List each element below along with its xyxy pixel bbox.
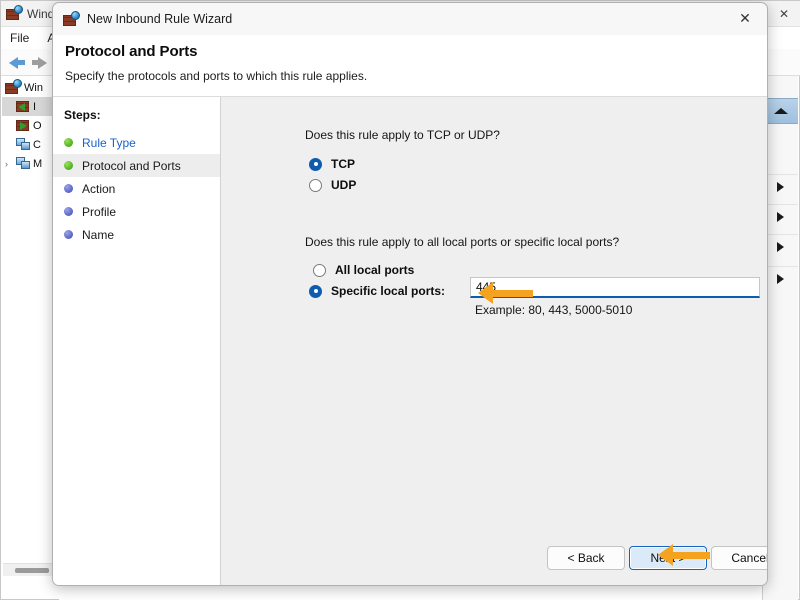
sidebar-item-profile[interactable]: Profile bbox=[53, 200, 220, 223]
forward-arrow-icon[interactable] bbox=[30, 52, 52, 72]
tree-node-inbound-rules[interactable]: I bbox=[2, 97, 57, 116]
close-icon[interactable]: ✕ bbox=[723, 3, 767, 34]
new-inbound-rule-wizard-dialog: New Inbound Rule Wizard ✕ Protocol and P… bbox=[52, 2, 768, 586]
step-label: Rule Type bbox=[82, 135, 136, 150]
chevron-right-icon[interactable]: › bbox=[5, 159, 8, 169]
sidebar-item-rule-type[interactable]: Rule Type bbox=[53, 131, 220, 154]
wizard-titlebar: New Inbound Rule Wizard ✕ bbox=[53, 3, 767, 35]
specific-ports-input[interactable]: 445 bbox=[470, 277, 760, 298]
radio-tcp[interactable]: TCP bbox=[309, 157, 355, 171]
tree-node-monitoring[interactable]: › M bbox=[2, 154, 57, 173]
scroll-up-icon[interactable] bbox=[763, 98, 798, 124]
back-arrow-icon[interactable] bbox=[6, 52, 28, 72]
step-label: Protocol and Ports bbox=[82, 158, 181, 173]
next-button[interactable]: Next > bbox=[629, 546, 707, 570]
radio-label: UDP bbox=[331, 178, 357, 192]
tree-root-label: Win bbox=[24, 81, 43, 94]
radio-specific-local-ports[interactable]: Specific local ports: bbox=[309, 284, 445, 298]
menu-file[interactable]: File bbox=[1, 29, 38, 47]
tree-horizontal-scrollbar[interactable] bbox=[3, 563, 57, 576]
expand-icon bbox=[777, 241, 784, 252]
wizard-footer: < Back Next > Cancel bbox=[222, 531, 767, 585]
expand-icon bbox=[777, 273, 784, 284]
step-label: Profile bbox=[82, 204, 117, 219]
protocol-question: Does this rule apply to TCP or UDP? bbox=[305, 128, 500, 142]
sidebar-item-protocol-and-ports[interactable]: Protocol and Ports bbox=[53, 154, 220, 177]
firewall-icon bbox=[63, 10, 80, 27]
inbound-rules-icon bbox=[16, 100, 30, 113]
ports-question: Does this rule apply to all local ports … bbox=[305, 235, 620, 249]
tree-root-node[interactable]: Win bbox=[2, 76, 57, 97]
wizard-content: Does this rule apply to TCP or UDP? TCP … bbox=[222, 97, 767, 585]
actions-section-toggle[interactable] bbox=[763, 174, 798, 198]
radio-button-icon[interactable] bbox=[309, 157, 322, 171]
page-title: Protocol and Ports bbox=[65, 43, 198, 60]
radio-label: Specific local ports: bbox=[331, 284, 446, 298]
tree-node-label: O bbox=[33, 119, 42, 132]
step-bullet-icon bbox=[64, 161, 73, 170]
radio-button-icon[interactable] bbox=[309, 284, 322, 298]
tree-node-label: I bbox=[33, 100, 37, 113]
console-title: Wind bbox=[27, 6, 55, 21]
step-label: Action bbox=[82, 181, 116, 196]
radio-button-icon[interactable] bbox=[313, 263, 326, 277]
step-label: Name bbox=[82, 227, 115, 242]
cancel-button[interactable]: Cancel bbox=[711, 546, 767, 570]
radio-button-icon[interactable] bbox=[309, 178, 322, 192]
radio-all-local-ports[interactable]: All local ports bbox=[313, 263, 414, 277]
back-button[interactable]: < Back bbox=[547, 546, 625, 570]
step-bullet-icon bbox=[64, 207, 73, 216]
wizard-title: New Inbound Rule Wizard bbox=[87, 12, 233, 26]
tree-node-connection-security[interactable]: C bbox=[2, 135, 57, 154]
expand-icon bbox=[777, 211, 784, 222]
sidebar-item-name[interactable]: Name bbox=[53, 223, 220, 246]
monitoring-icon bbox=[16, 157, 30, 170]
steps-heading: Steps: bbox=[64, 108, 101, 122]
radio-udp[interactable]: UDP bbox=[309, 178, 356, 192]
steps-sidebar: Steps: Rule Type Protocol and Ports Acti… bbox=[53, 97, 221, 585]
step-bullet-icon bbox=[64, 230, 73, 239]
firewall-icon bbox=[5, 79, 22, 95]
actions-section-toggle[interactable] bbox=[763, 266, 798, 290]
console-close-button[interactable]: ✕ bbox=[771, 4, 797, 24]
tree-node-label: M bbox=[33, 157, 43, 170]
scrollbar-thumb[interactable] bbox=[15, 568, 49, 573]
actions-section-toggle[interactable] bbox=[763, 204, 798, 228]
outbound-rules-icon bbox=[16, 119, 30, 132]
firewall-icon bbox=[6, 5, 23, 21]
tree-node-label: C bbox=[33, 138, 41, 151]
tree-node-outbound-rules[interactable]: O bbox=[2, 116, 57, 135]
wizard-header: Protocol and Ports Specify the protocols… bbox=[53, 35, 767, 97]
radio-label: All local ports bbox=[335, 263, 415, 277]
ports-example-hint: Example: 80, 443, 5000-5010 bbox=[475, 303, 633, 317]
connection-security-icon bbox=[16, 138, 30, 151]
page-subtitle: Specify the protocols and ports to which… bbox=[65, 69, 368, 83]
sidebar-item-action[interactable]: Action bbox=[53, 177, 220, 200]
step-bullet-icon bbox=[64, 138, 73, 147]
actions-section-toggle[interactable] bbox=[763, 234, 798, 258]
radio-label: TCP bbox=[331, 157, 355, 171]
console-tree-panel[interactable]: Win I O C › M bbox=[2, 76, 58, 576]
expand-icon bbox=[777, 181, 784, 192]
step-bullet-icon bbox=[64, 184, 73, 193]
